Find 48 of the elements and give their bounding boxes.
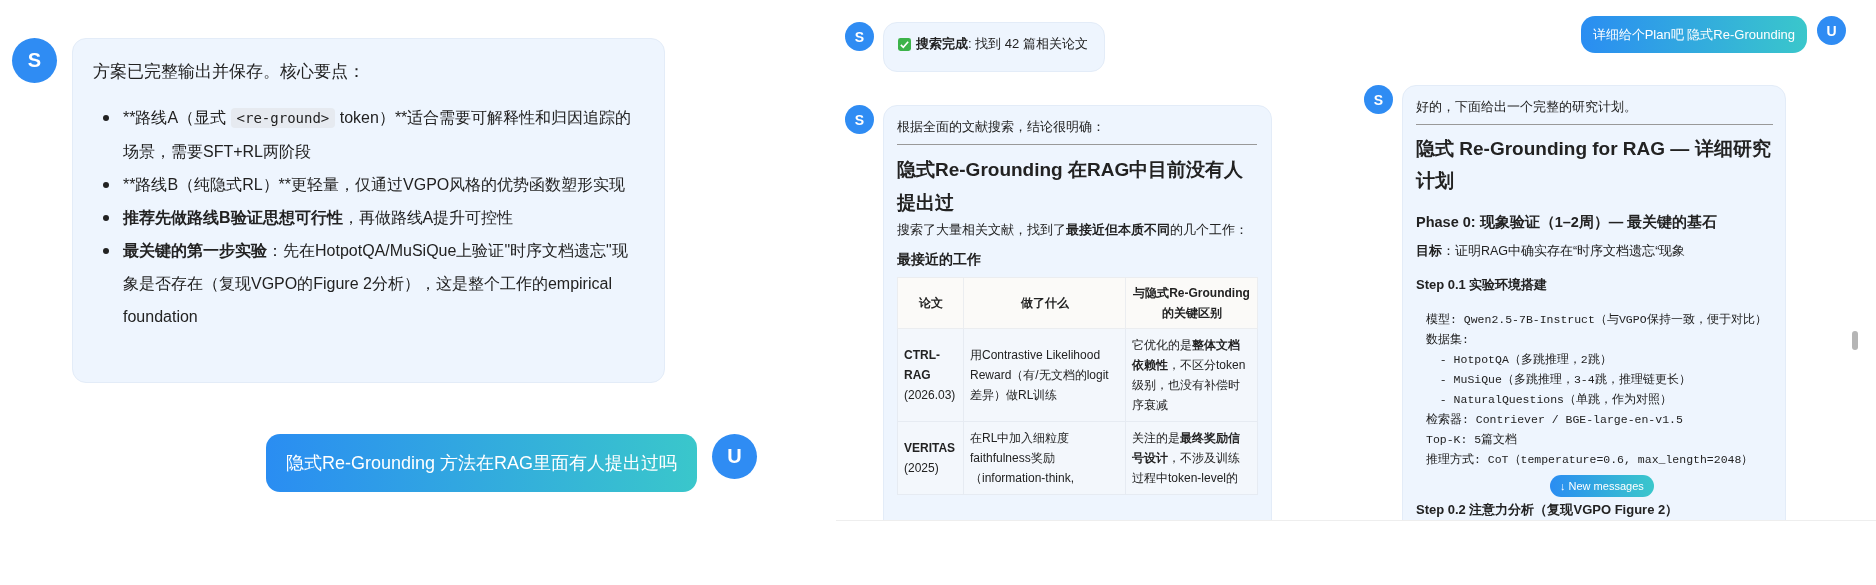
bullet-point: 推荐先做路线B验证思想可行性，再做路线A提升可控性 bbox=[123, 208, 514, 228]
avatar: S bbox=[845, 105, 874, 134]
code-line: Top-K: 5篇文档 bbox=[1426, 432, 1519, 448]
code-line: 数据集: bbox=[1426, 332, 1470, 348]
code-line: - MuSiQue（多跳推理，3-4跳，推理链更长） bbox=[1438, 372, 1692, 388]
subheading: Phase 0: 现象验证（1–2周）— 最关键的基石 bbox=[1416, 213, 1719, 232]
table-cell: 在RL中加入细粒度faithfulness奖励（information-think, bbox=[963, 421, 1126, 495]
bullet-point: **路线B（纯隐式RL）**更轻量，仅通过VGPO风格的优势函数塑形实现 bbox=[123, 175, 626, 195]
avatar: S bbox=[845, 22, 874, 51]
paragraph: 搜索了大量相关文献，找到了最接近但本质不同的几个工作： bbox=[897, 222, 1249, 239]
checkmark-icon bbox=[898, 37, 911, 51]
message-text: 方案已完整输出并保存。核心要点： bbox=[93, 61, 366, 83]
bullet-icon bbox=[103, 182, 109, 188]
code-line: - NaturalQuestions（单跳，作为对照） bbox=[1438, 392, 1674, 408]
user-message: 隐式Re-Grounding 方法在RAG里面有人提出过吗 bbox=[265, 434, 697, 492]
user-message: 详细给个Plan吧 隐式Re-Grounding bbox=[1580, 16, 1807, 53]
bullet-point: **路线A（显式 <re-ground> token）**适合需要可解释性和归因追踪的场景，需要SFT+RL两阶段 bbox=[123, 107, 633, 162]
status-text: 搜索完成: 找到 42 篇相关论文 bbox=[916, 35, 1088, 53]
subheading: 最接近的工作 bbox=[897, 251, 982, 269]
avatar: U bbox=[712, 434, 757, 479]
avatar: S bbox=[12, 38, 57, 83]
table-cell: 它优化的是整体文档依赖性，不区分token级别，也没有补偿时序衰减 bbox=[1125, 328, 1258, 422]
code-line: 检索器: Contriever / BGE-large-en-v1.5 bbox=[1426, 412, 1684, 428]
code-line: - HotpotQA（多跳推理，2跳） bbox=[1438, 352, 1613, 368]
code-line: 推理方式: CoT（temperature=0.6, max_length=2048） bbox=[1426, 452, 1755, 468]
table-cell: 关注的是最终奖励信号设计，不涉及训练过程中token-level的 bbox=[1125, 421, 1258, 495]
bullet-icon bbox=[103, 215, 109, 221]
table-cell: 用Contrastive Likelihood Reward（有/无文档的logit差异）做RL训练 bbox=[963, 328, 1126, 422]
message-text: 根据全面的文献搜索，结论很明确： bbox=[897, 119, 1106, 136]
avatar: S bbox=[1364, 85, 1393, 114]
paragraph: 目标：证明RAG中确实存在“时序文档遗忘“现象 bbox=[1416, 243, 1687, 260]
bullet-point: 最关键的第一步实验：先在HotpotQA/MuSiQue上验证"时序文档遗忘"现象是否存在（复现VGPO的Figure 2分析），这是整个工作的empirical foundation bbox=[123, 241, 629, 327]
new-messages-button[interactable]: ↓ New messages bbox=[1550, 475, 1654, 497]
column-header: 论文 bbox=[897, 277, 964, 329]
column-header: 做了什么 bbox=[963, 277, 1126, 329]
subheading: Step 0.1 实验环境搭建 bbox=[1416, 276, 1549, 294]
column-header: 与隐式Re-Grounding的关键区别 bbox=[1125, 277, 1258, 329]
code-line: 模型: Qwen2.5-7B-Instruct（与VGPO保持一致，便于对比） bbox=[1426, 312, 1768, 328]
heading: 隐式Re-Grounding 在RAG中目前没有人提出过 bbox=[897, 158, 1245, 215]
heading: 隐式 Re-Grounding for RAG — 详细研究计划 bbox=[1416, 137, 1772, 193]
message-text: 好的，下面给出一个完整的研究计划。 bbox=[1416, 99, 1638, 116]
table-cell: VERITAS (2025) bbox=[897, 421, 964, 495]
bullet-icon bbox=[103, 248, 109, 254]
bullet-icon bbox=[103, 115, 109, 121]
scrollbar-thumb[interactable] bbox=[1852, 331, 1858, 350]
subheading: Step 0.2 注意力分析（复现VGPO Figure 2） bbox=[1416, 502, 1680, 517]
avatar: U bbox=[1817, 16, 1846, 45]
table-cell: CTRL-RAG (2026.03) bbox=[897, 328, 964, 422]
